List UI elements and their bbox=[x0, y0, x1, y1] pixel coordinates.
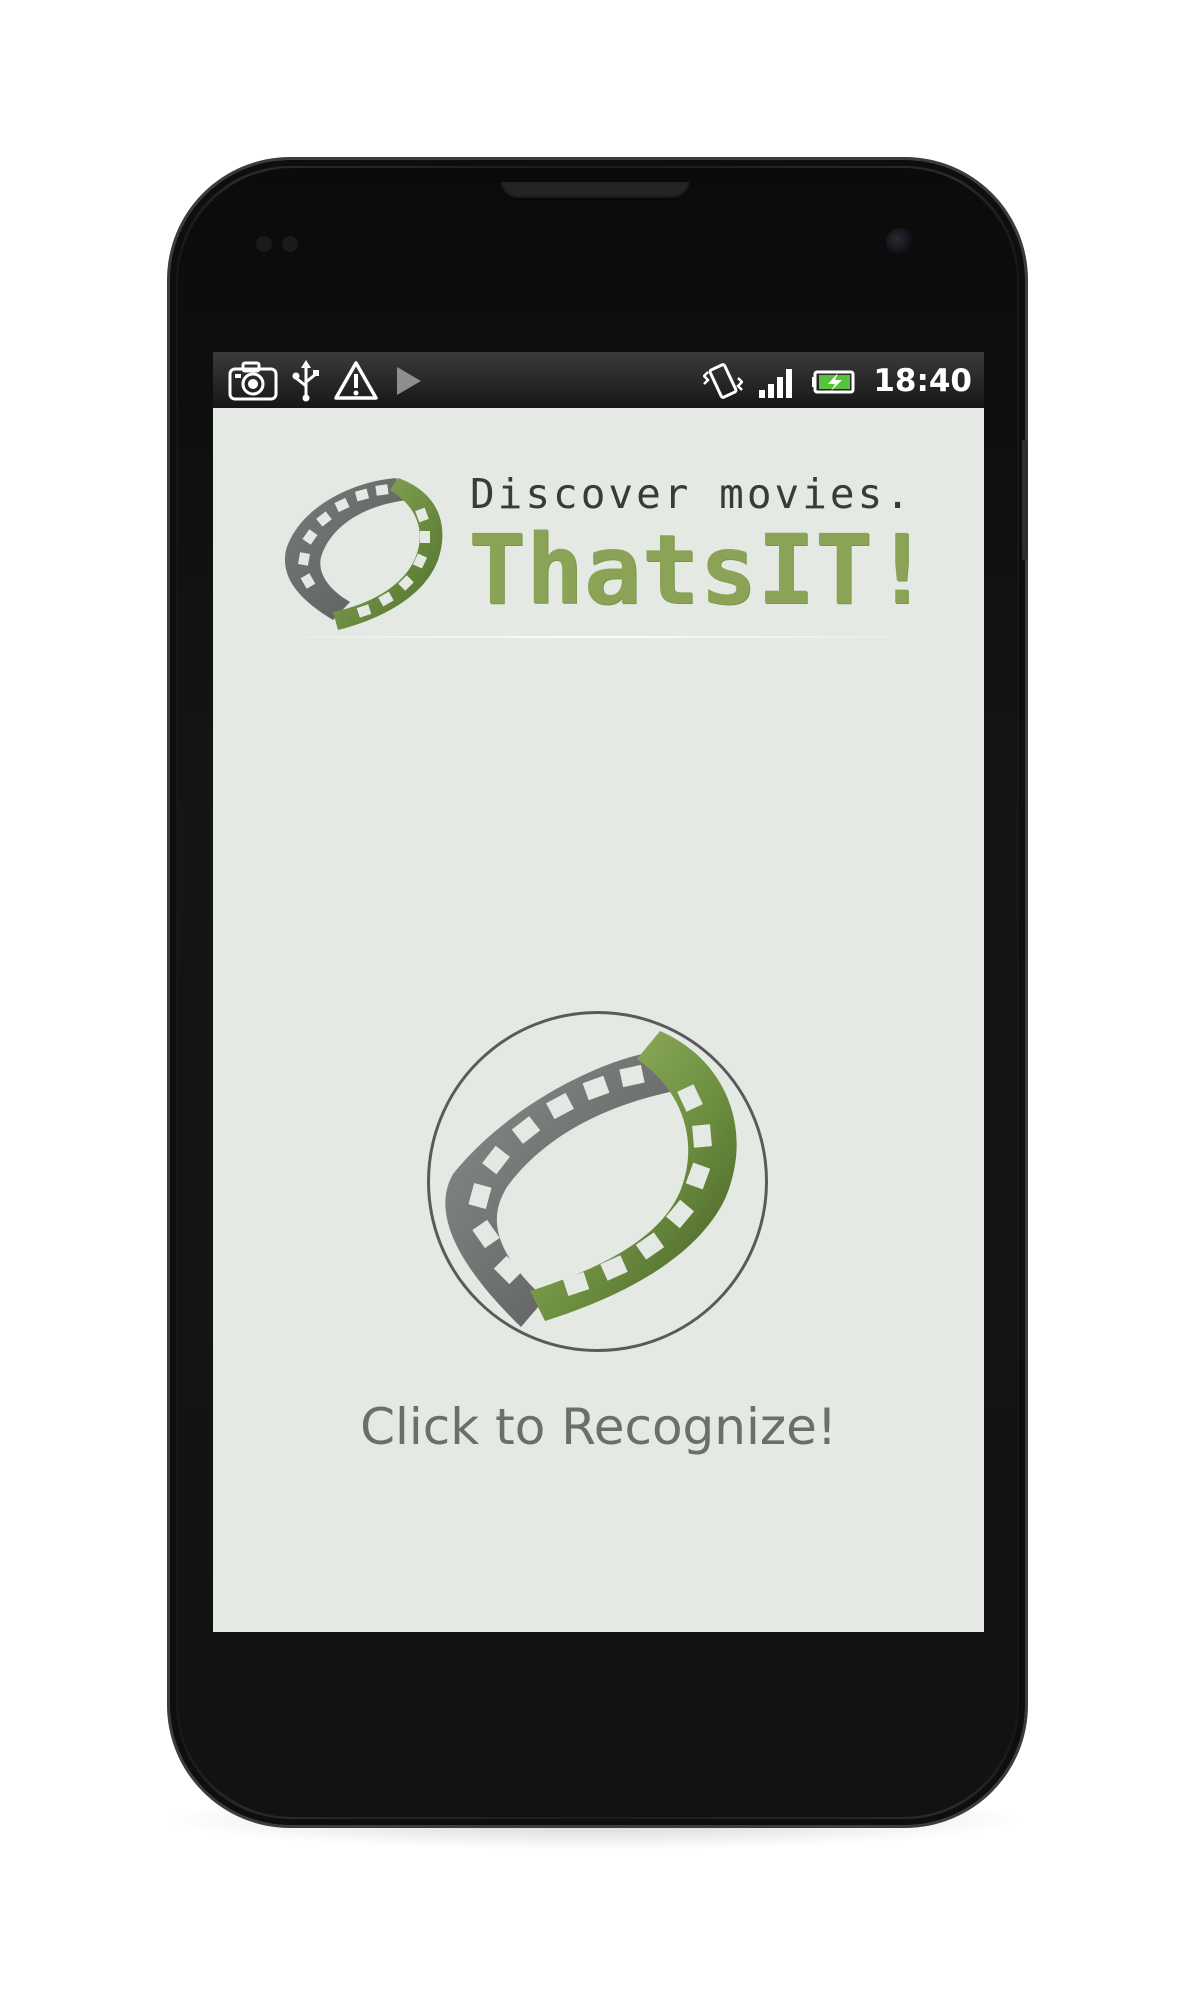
usb-icon bbox=[292, 360, 319, 402]
app-content: Discover movies. ThatsIT! Click to Recog… bbox=[213, 408, 984, 1632]
signal-icon bbox=[759, 369, 793, 398]
recognize-label[interactable]: Click to Recognize! bbox=[213, 1398, 984, 1456]
status-bar[interactable]: 18:40 bbox=[213, 352, 984, 408]
tagline: Discover movies. bbox=[470, 470, 913, 518]
earpiece-speaker bbox=[500, 182, 690, 200]
status-time: 18:40 bbox=[873, 363, 972, 399]
system-indicators: 18:40 bbox=[703, 360, 972, 402]
film-reel-icon bbox=[427, 1011, 768, 1352]
recognize-button[interactable] bbox=[425, 1009, 770, 1354]
brand-name: ThatsIT! bbox=[468, 514, 931, 626]
power-button bbox=[1022, 440, 1028, 560]
warning-icon bbox=[334, 361, 378, 400]
header-divider bbox=[253, 636, 943, 638]
light-sensor bbox=[282, 236, 298, 252]
front-camera bbox=[886, 228, 914, 256]
camera-icon bbox=[228, 361, 278, 401]
film-reel-icon bbox=[284, 478, 443, 630]
header-logo: Discover movies. ThatsIT! bbox=[278, 470, 930, 640]
vibrate-icon bbox=[703, 363, 744, 399]
notification-icons bbox=[227, 360, 425, 402]
stage: 18:40 Discover movies. ThatsIT! Click to… bbox=[0, 0, 1195, 1994]
screen: 18:40 Discover movies. ThatsIT! Click to… bbox=[213, 352, 984, 1632]
battery-charging-icon bbox=[812, 370, 855, 394]
proximity-sensor bbox=[256, 236, 272, 252]
play-store-icon bbox=[397, 367, 421, 395]
